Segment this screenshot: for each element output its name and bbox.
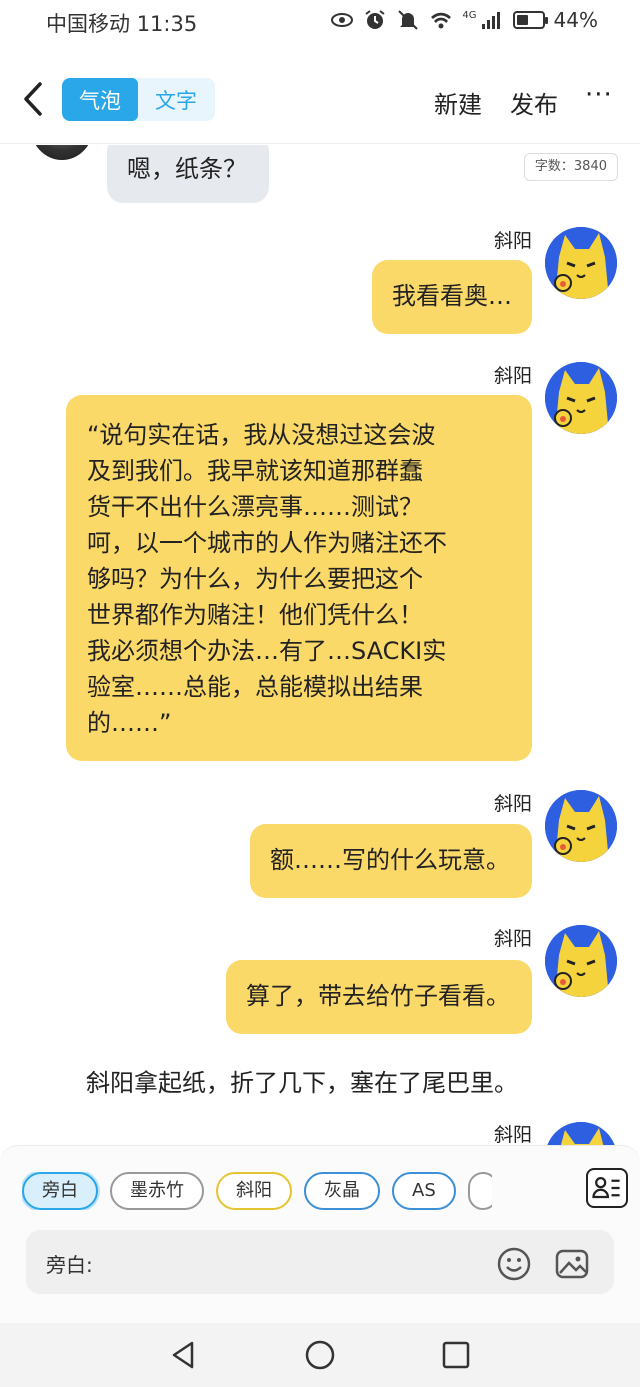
emoji-icon[interactable] <box>496 1246 532 1282</box>
message-line: 我必须想个办法…有了…SACKI实 <box>87 637 447 665</box>
nav-back-icon[interactable] <box>168 1339 200 1371</box>
cat-avatar-icon <box>545 790 617 862</box>
sender-name: 斜阳 <box>493 793 532 815</box>
image-icon[interactable] <box>554 1246 590 1282</box>
cat-avatar-icon <box>545 1122 617 1145</box>
role-manage-icon[interactable] <box>586 1168 628 1208</box>
message-line: 的……” <box>87 709 172 737</box>
message-line: 货干不出什么漂亮事……测试？ <box>87 493 423 521</box>
avatar[interactable] <box>545 362 617 434</box>
message-line: 及到我们。我早就该知道那群蠢 <box>87 457 423 485</box>
role-chip-huijing[interactable]: 灰晶 <box>304 1172 380 1210</box>
nav-home-icon[interactable] <box>304 1339 336 1371</box>
mute-bell-icon <box>398 10 419 30</box>
network-label: 4G <box>462 9 477 21</box>
message-bubble[interactable]: 我看看奥… <box>372 260 532 334</box>
role-chip-xieyang[interactable]: 斜阳 <box>216 1172 292 1210</box>
message-line: 够吗？为什么，为什么要把这个 <box>87 565 423 593</box>
new-button[interactable]: 新建 <box>434 85 482 120</box>
avatar[interactable] <box>545 925 617 997</box>
battery-icon <box>512 11 548 29</box>
narration-text[interactable]: 斜阳拿起纸，折了几下，塞在了尾巴里。 <box>86 1063 518 1098</box>
avatar[interactable] <box>30 145 94 160</box>
clock: 11:35 <box>136 12 198 36</box>
publish-button[interactable]: 发布 <box>510 85 558 120</box>
more-menu-button[interactable]: ··· <box>585 80 613 110</box>
sender-name: 斜阳 <box>493 1124 532 1145</box>
tab-bubble[interactable]: 气泡 <box>62 78 138 121</box>
avatar[interactable] <box>545 790 617 862</box>
signal-icon <box>481 12 500 29</box>
alarm-icon <box>365 10 386 29</box>
message-bubble[interactable]: 嗯，纸条？ <box>107 145 269 203</box>
avatar[interactable] <box>545 1122 617 1145</box>
cat-avatar-icon <box>545 925 617 997</box>
status-right: 4G 44% <box>330 8 598 32</box>
input-role-label: 旁白: <box>46 1253 93 1277</box>
mode-switch: 气泡 文字 <box>62 78 215 121</box>
status-left: 中国移动 11:35 <box>46 8 197 38</box>
role-chip-as[interactable]: AS <box>392 1172 456 1210</box>
cat-avatar-icon <box>545 227 617 299</box>
wifi-icon <box>431 12 452 29</box>
role-chip-partial[interactable] <box>467 1172 492 1210</box>
back-arrow-icon[interactable] <box>18 78 48 120</box>
tab-text[interactable]: 文字 <box>138 78 214 121</box>
sender-name: 斜阳 <box>493 230 532 252</box>
message-bubble[interactable]: “说句实在话，我从没想过这会波 及到我们。我早就该知道那群蠢 货干不出什么漂亮事… <box>66 395 532 761</box>
status-bar: 中国移动 11:35 4G 44% <box>0 0 640 46</box>
message-bubble[interactable]: 算了，带去给竹子看看。 <box>226 960 532 1034</box>
system-nav-bar <box>0 1323 640 1387</box>
message-bubble[interactable]: 额……写的什么玩意。 <box>250 824 532 898</box>
role-chip-mochizhu[interactable]: 墨赤竹 <box>110 1172 204 1210</box>
editor-header: 气泡 文字 新建 发布 ··· <box>0 60 640 144</box>
carrier-name: 中国移动 <box>46 12 130 36</box>
battery-fill <box>516 15 528 25</box>
cat-avatar-icon <box>545 362 617 434</box>
message-line: “说句实在话，我从没想过这会波 <box>87 421 436 449</box>
battery-percent: 44% <box>553 8 598 32</box>
message-text: 额……写的什么玩意。 <box>270 846 510 874</box>
role-chip-bar[interactable]: 旁白 墨赤竹 斜阳 灰晶 AS <box>22 1172 492 1210</box>
word-count-badge: 字数：3840 <box>523 153 618 181</box>
message-line: 验室……总能，总能模拟出结果 <box>87 673 423 701</box>
compose-panel: 旁白 墨赤竹 斜阳 灰晶 AS 旁白: <box>0 1145 640 1323</box>
eye-icon <box>331 13 354 27</box>
message-line: 世界都作为赌注！他们凭什么！ <box>87 601 423 629</box>
chat-area[interactable]: 字数：3840 嗯，纸条？ 斜阳 我看看奥… 斜阳 “说句实在话，我从没想过这会… <box>0 145 640 1145</box>
message-text: 我看看奥… <box>392 282 512 310</box>
nav-recents-icon[interactable] <box>440 1339 472 1371</box>
message-text: 嗯，纸条？ <box>127 155 247 183</box>
message-input[interactable]: 旁白: <box>26 1230 614 1294</box>
sender-name: 斜阳 <box>493 928 532 950</box>
message-text: 算了，带去给竹子看看。 <box>246 982 510 1010</box>
role-chip-narrator[interactable]: 旁白 <box>22 1172 98 1210</box>
avatar[interactable] <box>545 227 617 299</box>
sender-name: 斜阳 <box>493 365 532 387</box>
message-line: 呵，以一个城市的人作为赌注还不 <box>87 529 447 557</box>
